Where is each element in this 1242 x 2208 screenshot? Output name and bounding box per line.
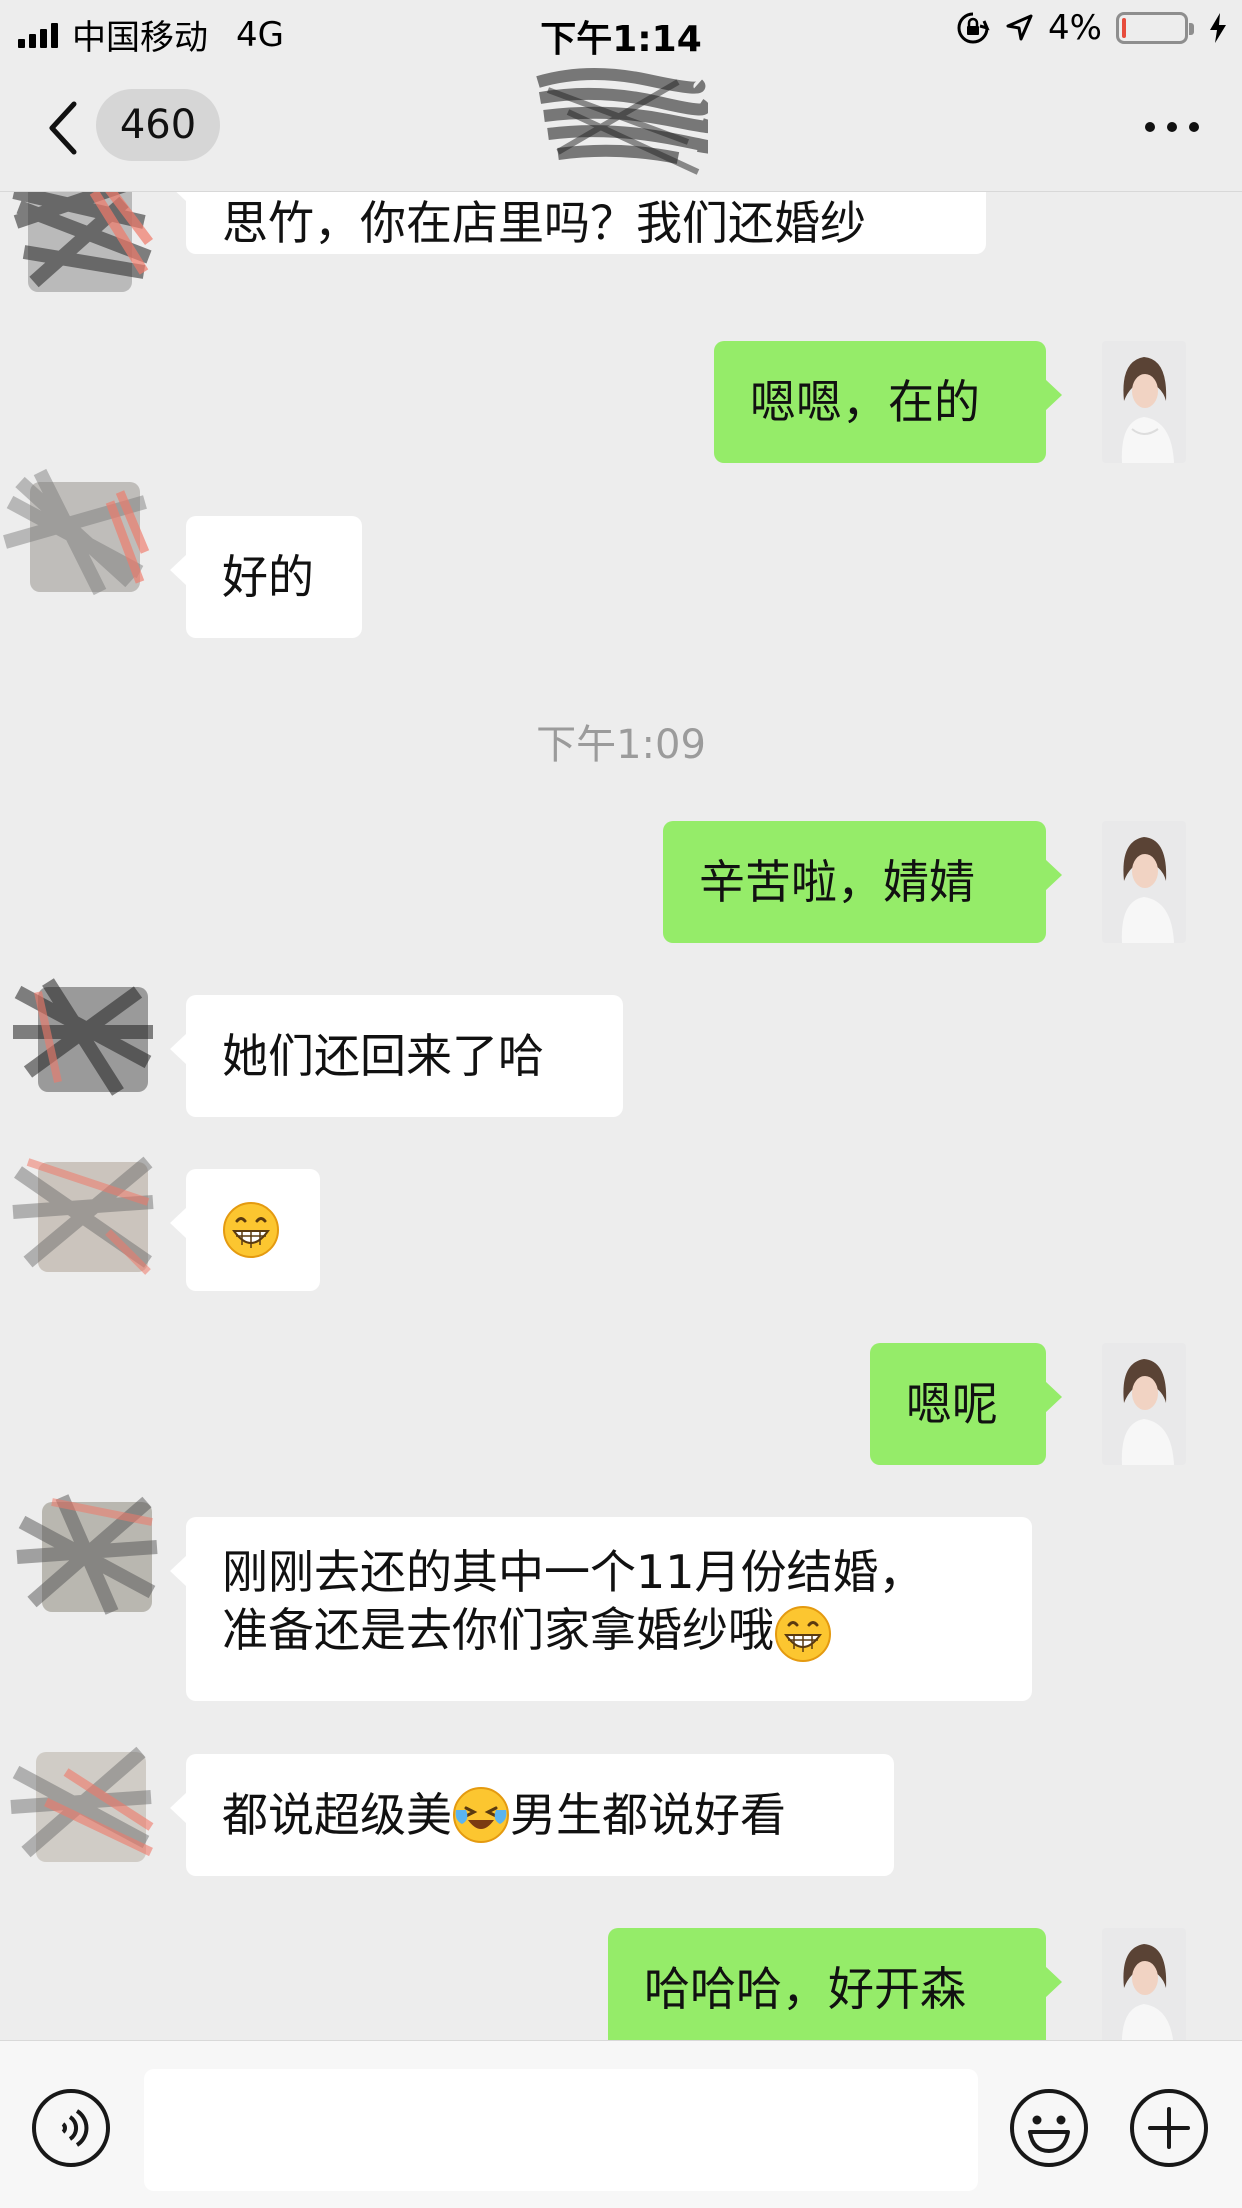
message-bubble-incoming[interactable]: 她们还回来了哈 bbox=[170, 995, 623, 1117]
redacted-avatar[interactable] bbox=[6, 1732, 156, 1872]
message-bubble-incoming[interactable]: 都说超级美 男生都说好看 bbox=[170, 1754, 894, 1876]
message-text-line: 刚刚去还的其中一个11月份结婚， bbox=[222, 1545, 925, 1599]
redacted-avatar[interactable] bbox=[12, 1482, 162, 1622]
redacted-avatar[interactable] bbox=[0, 462, 150, 602]
message-text: 哈哈哈，好开森 bbox=[644, 1962, 966, 2016]
message-text: 都说超级美 bbox=[222, 1788, 452, 1842]
more-icon[interactable] bbox=[1142, 112, 1202, 142]
battery-percent: 4% bbox=[1048, 8, 1102, 48]
message-text-line-wrapper: 准备还是去你们家拿婚纱哦 bbox=[222, 1601, 996, 1663]
message-text-line: 准备还是去你们家拿婚纱哦 bbox=[222, 1603, 774, 1657]
redacted-chat-title bbox=[536, 67, 708, 175]
voice-icon[interactable] bbox=[30, 2087, 112, 2169]
message-list[interactable]: 思竹，你在店里吗？我们还婚纱 嗯嗯，在的 好的 下午1:09 辛苦啦，婧婧 她们… bbox=[0, 192, 1242, 2042]
self-avatar[interactable] bbox=[1102, 341, 1186, 463]
emoji-icon[interactable] bbox=[1008, 2087, 1090, 2169]
redacted-avatar[interactable] bbox=[4, 192, 154, 302]
orientation-lock-icon bbox=[957, 12, 990, 44]
status-bar: 中国移动 4G 下午1:14 4% bbox=[0, 0, 1242, 62]
grin-emoji-icon bbox=[223, 1202, 279, 1258]
location-icon bbox=[1006, 14, 1033, 41]
message-text: 思竹，你在店里吗？我们还婚纱 bbox=[222, 196, 866, 250]
message-text: 她们还回来了哈 bbox=[222, 1029, 544, 1083]
charging-icon bbox=[1210, 13, 1226, 43]
battery-icon bbox=[1116, 12, 1194, 44]
self-avatar[interactable] bbox=[1102, 821, 1186, 943]
nav-bar: 460 bbox=[0, 62, 1242, 192]
message-input[interactable] bbox=[144, 2069, 978, 2191]
message-bubble-outgoing[interactable]: 辛苦啦，婧婧 bbox=[663, 821, 1062, 943]
laugh-cry-emoji-icon bbox=[453, 1787, 509, 1843]
self-avatar[interactable] bbox=[1102, 1928, 1186, 2042]
time-divider: 下午1:09 bbox=[536, 722, 706, 768]
self-avatar[interactable] bbox=[1102, 1343, 1186, 1465]
redacted-avatar[interactable] bbox=[8, 1142, 158, 1282]
message-bubble-incoming[interactable]: 思竹，你在店里吗？我们还婚纱 bbox=[170, 192, 986, 254]
input-bar bbox=[0, 2040, 1242, 2208]
message-bubble-outgoing[interactable]: 哈哈哈，好开森 bbox=[608, 1928, 1062, 2042]
message-bubble-outgoing[interactable]: 嗯嗯，在的 bbox=[714, 341, 1062, 463]
grin-emoji-icon bbox=[775, 1605, 831, 1662]
chat-screen: 中国移动 4G 下午1:14 4% 460 思竹，你在店里吗？我们还婚纱 嗯嗯，… bbox=[0, 0, 1242, 2208]
message-text: 男生都说好看 bbox=[510, 1788, 786, 1842]
message-text: 辛苦啦，婧婧 bbox=[699, 855, 975, 909]
redacted-avatar[interactable] bbox=[8, 962, 158, 1102]
message-text: 嗯嗯，在的 bbox=[750, 375, 980, 429]
unread-count-badge[interactable]: 460 bbox=[96, 89, 220, 161]
back-arrow-icon[interactable] bbox=[44, 98, 84, 158]
message-bubble-outgoing[interactable]: 嗯呢 bbox=[870, 1343, 1062, 1465]
message-text: 好的 bbox=[222, 550, 314, 604]
message-bubble-incoming[interactable] bbox=[170, 1169, 320, 1291]
message-bubble-incoming[interactable]: 刚刚去还的其中一个11月份结婚， 准备还是去你们家拿婚纱哦 bbox=[170, 1517, 1032, 1701]
message-text: 嗯呢 bbox=[906, 1377, 998, 1431]
plus-icon[interactable] bbox=[1128, 2087, 1210, 2169]
message-bubble-incoming[interactable]: 好的 bbox=[170, 516, 362, 638]
